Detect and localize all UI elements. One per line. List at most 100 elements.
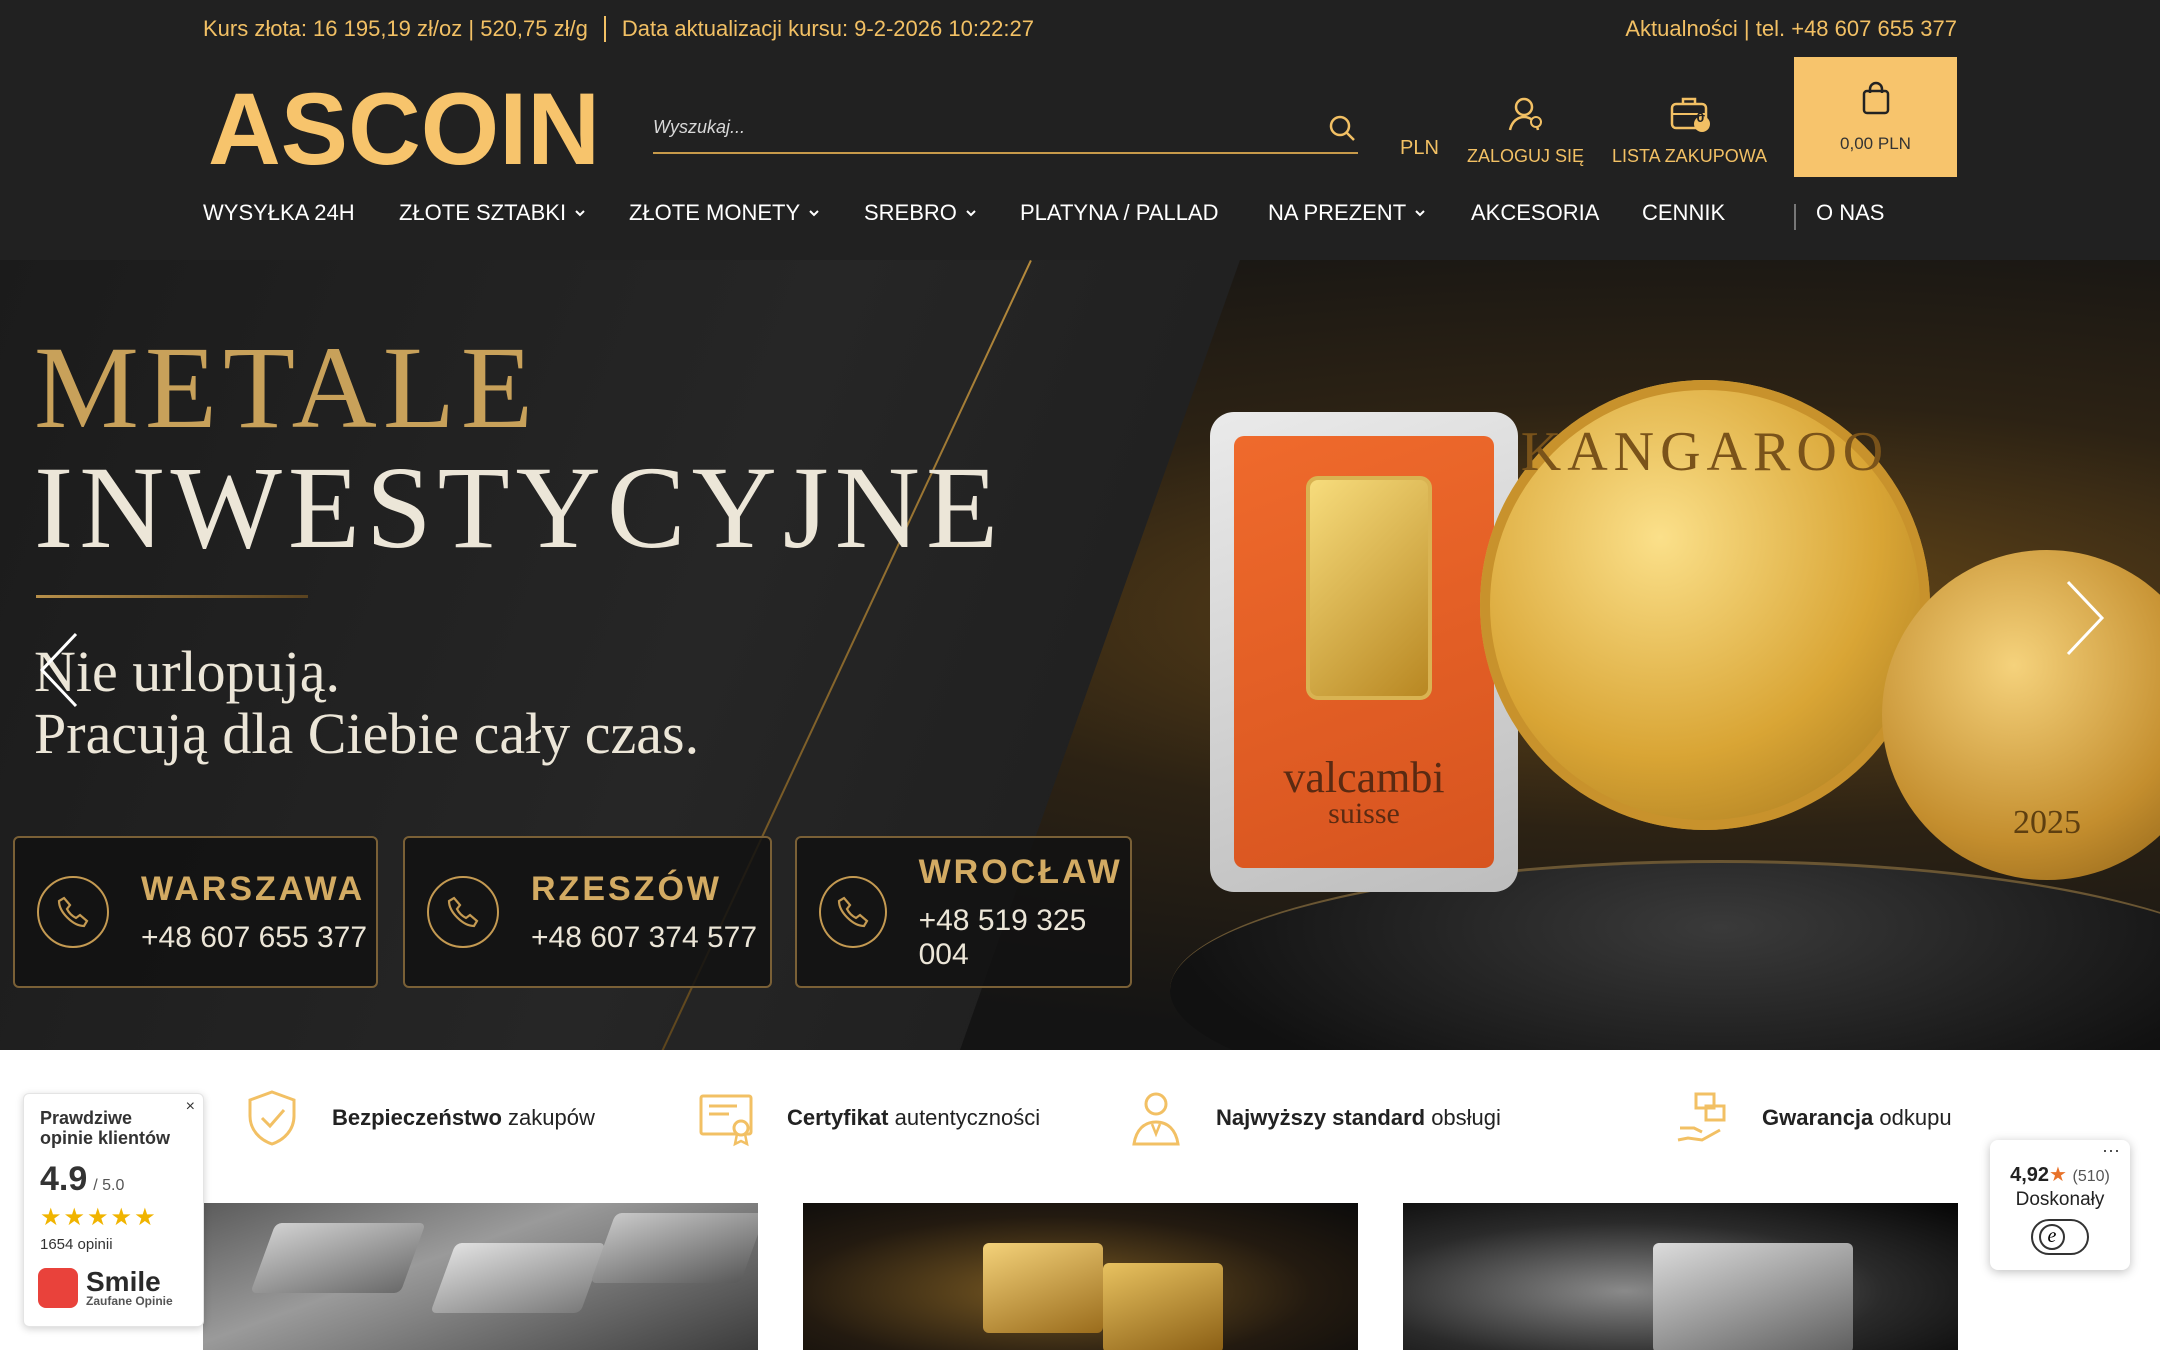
shopping-bag-icon [1861,81,1891,120]
rate-update-time: Data aktualizacji kursu: 9-2-2026 10:22:… [621,16,1034,41]
feature-service-standard: Najwyższy standard obsługi [1126,1088,1501,1148]
cart-button[interactable]: 0,00 PLN [1794,57,1957,177]
nav-price-list[interactable]: CENNIK [1642,200,1725,226]
login-button[interactable]: ZALOGUJ SIĘ [1467,90,1584,167]
bar-brand-sub: suisse [1328,797,1400,830]
smile-brand-sub: Zaufane Opinie [86,1294,173,1308]
nav-label: NA PREZENT [1268,200,1407,225]
ascoin-logo[interactable]: ASCOIN [208,84,603,170]
category-tile-gold-bars[interactable] [803,1203,1358,1350]
silver-ingot-image [1653,1243,1853,1350]
news-phone-link[interactable]: Aktualności | tel. +48 607 655 377 [1625,16,1957,42]
hero-slider: valcambi suisse KANGAROO 2025 METALE INWE… [0,260,2160,1050]
search-icon[interactable] [1326,112,1358,144]
phone-icon [427,876,499,948]
search-input[interactable] [653,104,1293,150]
feature-text: Certyfikat autentyczności [787,1105,1041,1130]
cart-total: 0,00 PLN [1840,133,1911,153]
office-card-wroclaw[interactable]: WROCŁAW +48 519 325 004 [795,836,1132,988]
nav-label: O NAS [1816,200,1885,225]
silver-bar-image [590,1213,758,1283]
coin-year: 2025 [2013,804,2081,841]
trust-label: Doskonały [2015,1189,2105,1210]
chevron-down-icon [1415,210,1425,217]
star-rating-icon: ★★★★★ [40,1204,158,1231]
nav-accessories[interactable]: AKCESORIA [1471,200,1599,226]
hero-subtitle-line2: Pracują dla Ciebie cały czas. [34,701,700,766]
gold-rate: Kurs złota: 16 195,19 zł/oz | 520,75 zł/… [203,16,588,41]
divider [603,16,606,42]
briefcase-icon: 0 [1668,90,1712,134]
feature-secure-shopping: Bezpieczeństwo zakupów [242,1088,595,1148]
smile-logo: Smile Zaufane Opinie [38,1268,173,1308]
top-info-bar: Kurs złota: 16 195,19 zł/oz | 520,75 zł/… [203,14,1957,44]
feature-text: Gwarancja odkupu [1762,1105,1952,1130]
slider-next-arrow-icon[interactable] [2060,578,2108,658]
trusted-shops-widget[interactable]: ··· 4,92★ (510) Doskonały e [1990,1140,2130,1270]
nav-silver[interactable]: SREBRO [864,200,977,226]
feature-buyback-guarantee: Gwarancja odkupu [1672,1088,1952,1148]
phone-icon [37,876,109,948]
bar-brand: valcambi suisse [1234,756,1494,832]
wishlist-button[interactable]: 0 LISTA ZAKUPOWA [1612,90,1767,167]
bar-brand-name: valcambi [1283,753,1445,802]
chevron-down-icon [966,210,976,217]
currency-selector[interactable]: PLN [1400,137,1439,160]
gold-bar-image: valcambi suisse [1210,412,1518,892]
nav-gold-coins[interactable]: ZŁOTE MONETY [629,200,820,226]
feature-text: Najwyższy standard obsługi [1216,1105,1501,1130]
smile-reviews-widget[interactable]: × Prawdziwe opinie klientów 4.9/ 5.0 ★★★… [23,1093,204,1327]
nav-platinum-palladium[interactable]: PLATYNA / PALLAD [1020,200,1219,226]
bar-packaging: valcambi suisse [1234,436,1494,868]
shield-check-icon [242,1088,302,1148]
category-tile-silver-ingots[interactable] [1403,1203,1958,1350]
certificate-icon [697,1088,757,1148]
office-city: WROCŁAW [918,852,1123,891]
nav-gold-bars[interactable]: ZŁOTE SZTABKI [399,200,586,226]
wishlist-count: 0 [1696,109,1705,125]
office-card-warszawa[interactable]: WARSZAWA +48 607 655 377 [13,836,378,988]
hero-title-line2: INWESTYCYJNE [34,442,1005,573]
trust-rating: 4,92★ (510) [2010,1164,2110,1186]
nav-gifts[interactable]: NA PREZENT [1268,200,1426,226]
nav-label: AKCESORIA [1471,200,1600,225]
more-options-icon[interactable]: ··· [2102,1140,2120,1161]
logo-graphic: ASCOIN [208,84,600,170]
office-phone: +48 607 374 577 [531,920,758,954]
review-widget-title: Prawdziwe opinie klientów [40,1108,171,1148]
hand-exchange-icon [1672,1088,1732,1148]
review-count: 1654 opinii [40,1236,113,1253]
silver-bar-image [430,1243,606,1313]
gold-bar-image [1103,1263,1223,1350]
trust-badge-toggle: e [2031,1219,2089,1255]
wishlist-label: LISTA ZAKUPOWA [1612,146,1768,166]
nav-shipping-24h[interactable]: WYSYŁKA 24H [203,200,355,226]
office-card-rzeszow[interactable]: RZESZÓW +48 607 374 577 [403,836,772,988]
nav-about-us[interactable]: O NAS [1816,200,1884,226]
hero-title-line1: METALE [34,322,540,453]
phone-icon [819,876,887,948]
person-service-icon [1126,1088,1186,1148]
nav-label: ZŁOTE SZTABKI [399,200,567,225]
svg-text:ASCOIN: ASCOIN [208,84,600,170]
silver-bar-image [250,1223,426,1293]
category-tile-silver-bars[interactable] [203,1203,758,1350]
user-icon [1506,90,1546,134]
nav-label: SREBRO [864,200,957,225]
office-city: RZESZÓW [531,869,722,908]
office-phone: +48 607 655 377 [141,920,368,954]
chevron-down-icon [575,210,585,217]
gold-ingot [1306,476,1432,700]
slider-prev-arrow-icon[interactable] [36,630,84,710]
feature-text: Bezpieczeństwo zakupów [332,1105,595,1130]
chevron-down-icon [809,210,819,217]
coin-label: KANGAROO [1520,421,1890,483]
review-score: 4.9/ 5.0 [40,1160,125,1198]
login-label: ZALOGUJ SIĘ [1467,146,1585,166]
office-city: WARSZAWA [141,869,366,908]
close-icon[interactable]: × [186,1098,195,1116]
kangaroo-coin-image: KANGAROO [1480,380,1930,830]
gold-bar-image [983,1243,1103,1333]
nav-label: PLATYNA / PALLAD [1020,200,1219,225]
nav-label: ZŁOTE MONETY [629,200,801,225]
